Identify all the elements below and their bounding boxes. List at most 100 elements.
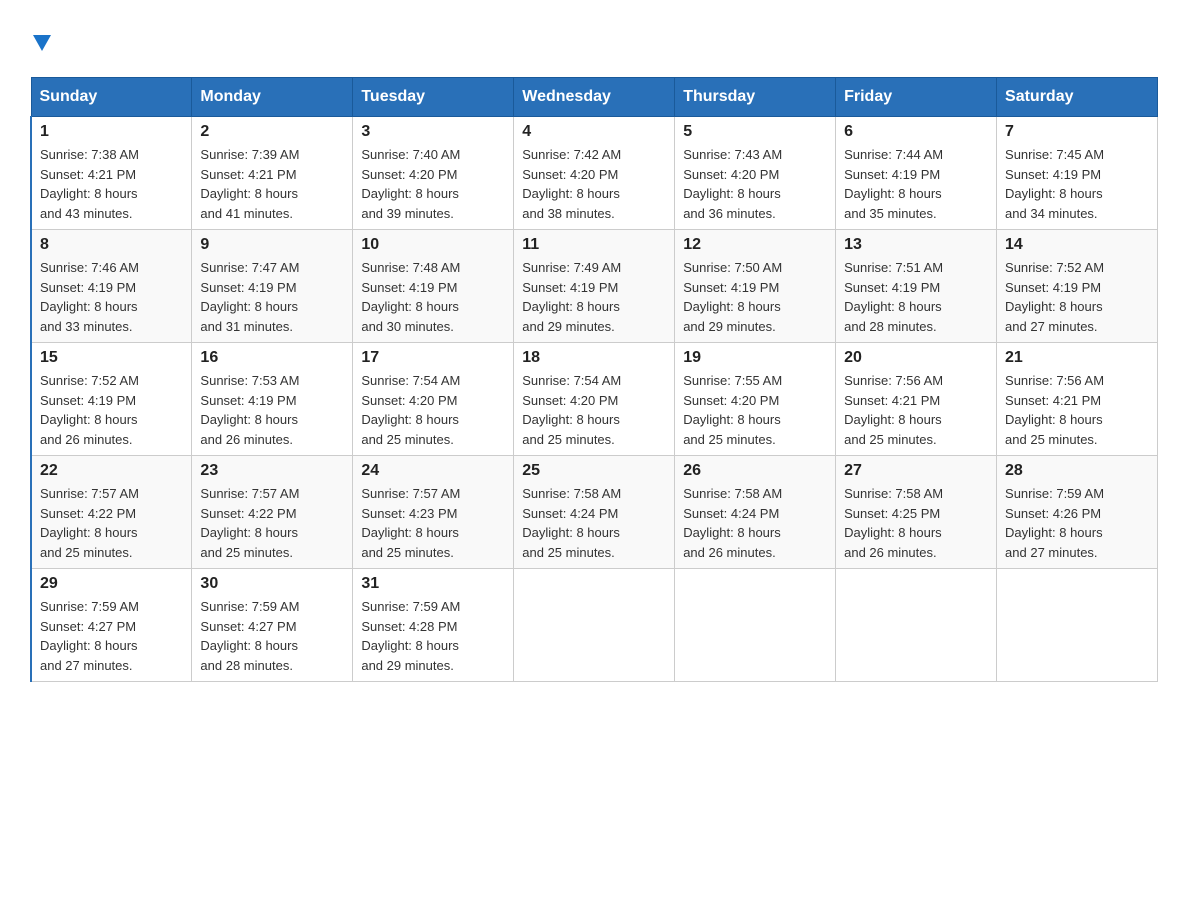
daylight-text: Daylight: 8 hours: [40, 184, 183, 204]
daylight-minutes-text: and 36 minutes.: [683, 204, 827, 224]
table-row: 25 Sunrise: 7:58 AMSunset: 4:24 PMDayligh…: [514, 456, 675, 569]
day-info: Sunrise: 7:46 AMSunset: 4:19 PMDaylight:…: [40, 258, 183, 336]
table-row: 18Sunrise: 7:54 AMSunset: 4:20 PMDayligh…: [514, 343, 675, 456]
sunrise-text: Sunrise: 7:38 AM: [40, 145, 183, 165]
sunrise-text: Sunrise: 7:58 AM: [522, 484, 666, 504]
day-info: Sunrise: 7:42 AMSunset: 4:20 PMDaylight:…: [522, 145, 666, 223]
logo: [30, 20, 51, 57]
daylight-minutes-text: and 41 minutes.: [200, 204, 344, 224]
logo-line1: [30, 20, 51, 57]
sunset-text: Sunset: 4:19 PM: [200, 391, 344, 411]
day-number: 27: [844, 462, 988, 480]
table-row: [675, 569, 836, 682]
sunrise-text: Sunrise: 7:59 AM: [361, 597, 505, 617]
table-row: 23Sunrise: 7:57 AMSunset: 4:22 PMDayligh…: [192, 456, 353, 569]
table-row: 4Sunrise: 7:42 AMSunset: 4:20 PMDaylight…: [514, 117, 675, 230]
daylight-minutes-text: and 25 minutes.: [844, 430, 988, 450]
calendar-table: Sunday Monday Tuesday Wednesday Thursday…: [30, 77, 1158, 682]
sunset-text: Sunset: 4:19 PM: [844, 278, 988, 298]
table-row: 7Sunrise: 7:45 AMSunset: 4:19 PMDaylight…: [997, 117, 1158, 230]
sunrise-text: Sunrise: 7:56 AM: [844, 371, 988, 391]
daylight-text: Daylight: 8 hours: [40, 523, 183, 543]
daylight-text: Daylight: 8 hours: [844, 410, 988, 430]
daylight-minutes-text: and 25 minutes.: [40, 543, 183, 563]
sunrise-text: Sunrise: 7:51 AM: [844, 258, 988, 278]
sunrise-text: Sunrise: 7:58 AM: [844, 484, 988, 504]
day-info: Sunrise: 7:53 AMSunset: 4:19 PMDaylight:…: [200, 371, 344, 449]
col-monday: Monday: [192, 78, 353, 117]
sunset-text: Sunset: 4:21 PM: [40, 165, 183, 185]
day-number: 16: [200, 349, 344, 367]
daylight-minutes-text: and 26 minutes.: [200, 430, 344, 450]
sunrise-text: Sunrise: 7:54 AM: [522, 371, 666, 391]
day-info: Sunrise: 7:49 AMSunset: 4:19 PMDaylight:…: [522, 258, 666, 336]
daylight-text: Daylight: 8 hours: [361, 410, 505, 430]
daylight-minutes-text: and 28 minutes.: [200, 656, 344, 676]
sunrise-text: Sunrise: 7:55 AM: [683, 371, 827, 391]
day-number: 29: [40, 575, 183, 593]
daylight-minutes-text: and 27 minutes.: [40, 656, 183, 676]
sunset-text: Sunset: 4:24 PM: [683, 504, 827, 524]
calendar-week-row: 15Sunrise: 7:52 AMSunset: 4:19 PMDayligh…: [31, 343, 1158, 456]
calendar-body: 1Sunrise: 7:38 AMSunset: 4:21 PMDaylight…: [31, 117, 1158, 682]
table-row: 26Sunrise: 7:58 AMSunset: 4:24 PMDayligh…: [675, 456, 836, 569]
daylight-minutes-text: and 39 minutes.: [361, 204, 505, 224]
day-info: Sunrise: 7:50 AMSunset: 4:19 PMDaylight:…: [683, 258, 827, 336]
daylight-minutes-text: and 27 minutes.: [1005, 317, 1149, 337]
day-info: Sunrise: 7:44 AMSunset: 4:19 PMDaylight:…: [844, 145, 988, 223]
table-row: 6Sunrise: 7:44 AMSunset: 4:19 PMDaylight…: [836, 117, 997, 230]
calendar-header-row: Sunday Monday Tuesday Wednesday Thursday…: [31, 78, 1158, 117]
day-number: 14: [1005, 236, 1149, 254]
table-row: 15Sunrise: 7:52 AMSunset: 4:19 PMDayligh…: [31, 343, 192, 456]
sunrise-text: Sunrise: 7:59 AM: [40, 597, 183, 617]
table-row: 2Sunrise: 7:39 AMSunset: 4:21 PMDaylight…: [192, 117, 353, 230]
col-friday: Friday: [836, 78, 997, 117]
sunset-text: Sunset: 4:26 PM: [1005, 504, 1149, 524]
sunrise-text: Sunrise: 7:39 AM: [200, 145, 344, 165]
sunset-text: Sunset: 4:20 PM: [522, 165, 666, 185]
sunrise-text: Sunrise: 7:57 AM: [200, 484, 344, 504]
sunset-text: Sunset: 4:21 PM: [200, 165, 344, 185]
daylight-minutes-text: and 27 minutes.: [1005, 543, 1149, 563]
table-row: 20Sunrise: 7:56 AMSunset: 4:21 PMDayligh…: [836, 343, 997, 456]
sunrise-text: Sunrise: 7:48 AM: [361, 258, 505, 278]
daylight-minutes-text: and 29 minutes.: [683, 317, 827, 337]
day-info: Sunrise: 7:52 AMSunset: 4:19 PMDaylight:…: [40, 371, 183, 449]
day-info: Sunrise: 7:56 AMSunset: 4:21 PMDaylight:…: [1005, 371, 1149, 449]
day-number: 3: [361, 123, 505, 141]
sunset-text: Sunset: 4:19 PM: [844, 165, 988, 185]
sunrise-text: Sunrise: 7:42 AM: [522, 145, 666, 165]
sunset-text: Sunset: 4:28 PM: [361, 617, 505, 637]
day-number: 17: [361, 349, 505, 367]
table-row: 16 Sunrise: 7:53 AMSunset: 4:19 PMDayligh…: [192, 343, 353, 456]
day-info: Sunrise: 7:54 AMSunset: 4:20 PMDaylight:…: [522, 371, 666, 449]
sunset-text: Sunset: 4:19 PM: [1005, 278, 1149, 298]
daylight-text: Daylight: 8 hours: [200, 636, 344, 656]
day-info: Sunrise: 7:48 AMSunset: 4:19 PMDaylight:…: [361, 258, 505, 336]
day-info: Sunrise: 7:57 AMSunset: 4:23 PMDaylight:…: [361, 484, 505, 562]
sunset-text: Sunset: 4:22 PM: [200, 504, 344, 524]
day-info: Sunrise: 7:59 AMSunset: 4:27 PMDaylight:…: [40, 597, 183, 675]
table-row: 27Sunrise: 7:58 AMSunset: 4:25 PMDayligh…: [836, 456, 997, 569]
daylight-text: Daylight: 8 hours: [40, 410, 183, 430]
daylight-minutes-text: and 25 minutes.: [1005, 430, 1149, 450]
day-number: 1: [40, 123, 183, 141]
sunrise-text: Sunrise: 7:52 AM: [40, 371, 183, 391]
day-info: Sunrise: 7:58 AMSunset: 4:24 PMDaylight:…: [522, 484, 666, 562]
day-number: 25: [522, 462, 666, 480]
sunrise-text: Sunrise: 7:59 AM: [200, 597, 344, 617]
sunset-text: Sunset: 4:25 PM: [844, 504, 988, 524]
day-info: Sunrise: 7:39 AMSunset: 4:21 PMDaylight:…: [200, 145, 344, 223]
logo-arrow-icon: [33, 22, 51, 59]
sunset-text: Sunset: 4:20 PM: [361, 391, 505, 411]
table-row: 1 Sunrise: 7:38 AMSunset: 4:21 PMDaylight…: [31, 117, 192, 230]
daylight-text: Daylight: 8 hours: [200, 410, 344, 430]
table-row: 14Sunrise: 7:52 AMSunset: 4:19 PMDayligh…: [997, 230, 1158, 343]
col-tuesday: Tuesday: [353, 78, 514, 117]
col-sunday: Sunday: [31, 78, 192, 117]
daylight-text: Daylight: 8 hours: [522, 410, 666, 430]
daylight-minutes-text: and 25 minutes.: [522, 543, 666, 563]
daylight-minutes-text: and 33 minutes.: [40, 317, 183, 337]
day-info: Sunrise: 7:51 AMSunset: 4:19 PMDaylight:…: [844, 258, 988, 336]
table-row: 11Sunrise: 7:49 AMSunset: 4:19 PMDayligh…: [514, 230, 675, 343]
